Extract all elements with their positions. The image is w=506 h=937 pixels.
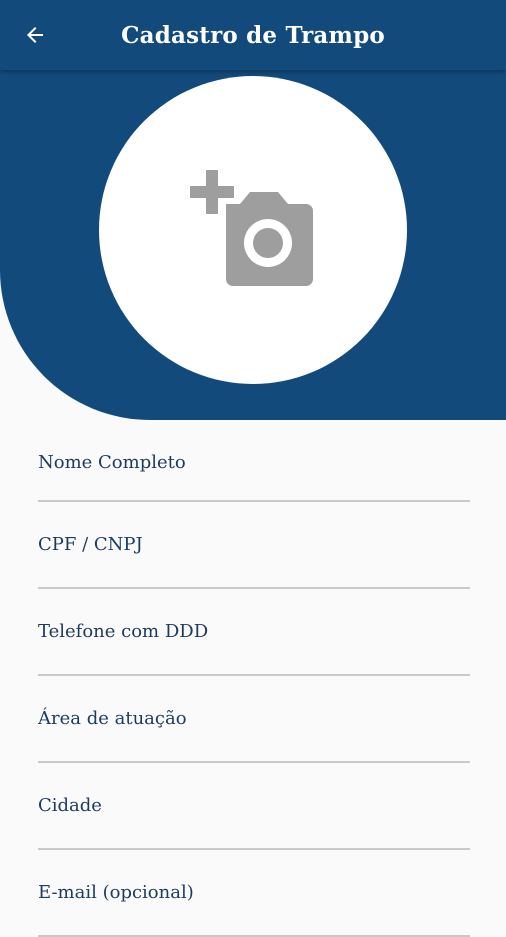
phone-field[interactable]: Telefone com DDD xyxy=(38,589,470,676)
full-name-field[interactable]: Nome Completo xyxy=(38,420,470,502)
email-field[interactable]: E-mail (opcional) xyxy=(38,850,470,937)
area-of-work-label: Área de atuação xyxy=(38,708,187,729)
cpf-cnpj-label: CPF / CNPJ xyxy=(38,534,143,555)
city-label: Cidade xyxy=(38,795,102,816)
cpf-cnpj-field[interactable]: CPF / CNPJ xyxy=(38,502,470,589)
app-bar: Cadastro de Trampo xyxy=(0,0,506,70)
page-title: Cadastro de Trampo xyxy=(121,22,385,49)
phone-label: Telefone com DDD xyxy=(38,621,209,642)
add-photo-button[interactable] xyxy=(99,76,407,384)
area-of-work-field[interactable]: Área de atuação xyxy=(38,676,470,763)
registration-form: Nome Completo CPF / CNPJ Telefone com DD… xyxy=(38,420,470,937)
city-field[interactable]: Cidade xyxy=(38,763,470,850)
full-name-label: Nome Completo xyxy=(38,452,186,473)
add-a-photo-icon xyxy=(190,170,313,286)
